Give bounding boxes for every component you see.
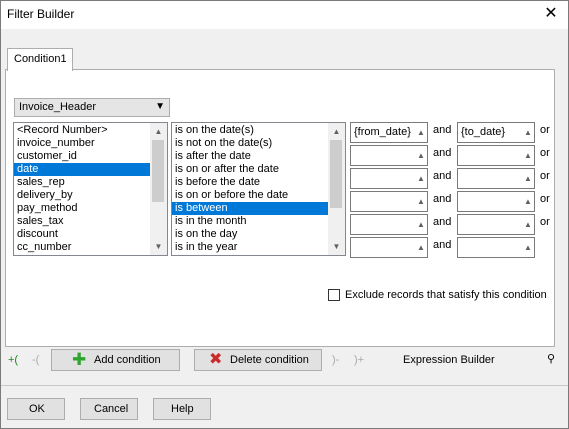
from-value-field[interactable]: ▲ xyxy=(350,191,428,212)
close-paren-icon[interactable]: )- xyxy=(332,354,339,366)
binoculars-icon[interactable]: ⚲ xyxy=(547,352,555,365)
and-label: and xyxy=(433,170,452,182)
chevron-up-icon[interactable]: ▲ xyxy=(415,215,427,234)
exclude-label: Exclude records that satisfy this condit… xyxy=(345,289,547,301)
table-select-value: Invoice_Header xyxy=(19,101,97,113)
operator-item[interactable]: is on or before the date xyxy=(172,189,329,202)
open-paren-icon[interactable]: +( xyxy=(8,354,18,366)
help-label: Help xyxy=(171,403,194,415)
plus-icon: ✚ xyxy=(72,350,87,369)
from-value-field[interactable]: ▲ xyxy=(350,168,428,189)
to-value-field[interactable]: ▲ xyxy=(457,168,535,189)
cancel-button[interactable]: Cancel xyxy=(80,398,138,420)
scroll-thumb[interactable] xyxy=(152,140,164,202)
delete-condition-label: Delete condition xyxy=(230,354,309,366)
delete-condition-button[interactable]: ✖ Delete condition xyxy=(194,349,322,371)
and-label: and xyxy=(433,216,452,228)
field-item[interactable]: date xyxy=(14,163,151,176)
field-item[interactable]: customer_id xyxy=(14,150,151,163)
filter-builder-dialog: Filter Builder ✕ Condition1 Invoice_Head… xyxy=(0,0,569,429)
operator-item[interactable]: is not on the date(s) xyxy=(172,137,329,150)
window-title: Filter Builder xyxy=(7,7,75,21)
field-list-scrollbar[interactable]: ▲ ▼ xyxy=(150,123,167,255)
field-item[interactable]: sales_rep xyxy=(14,176,151,189)
operator-item[interactable]: is on the day xyxy=(172,228,329,241)
scroll-up-icon[interactable]: ▲ xyxy=(328,123,345,140)
operator-item[interactable]: is between xyxy=(172,202,329,215)
add-condition-button[interactable]: ✚ Add condition xyxy=(51,349,180,371)
chevron-up-icon[interactable]: ▲ xyxy=(415,123,427,142)
and-label: and xyxy=(433,147,452,159)
and-label: and xyxy=(433,193,452,205)
cancel-label: Cancel xyxy=(94,403,129,415)
operator-item[interactable]: is after the date xyxy=(172,150,329,163)
delete-x-icon: ✖ xyxy=(209,351,223,368)
field-item[interactable]: pay_method xyxy=(14,202,151,215)
operator-item[interactable]: is on or after the date xyxy=(172,163,329,176)
to-value-field[interactable]: {to_date} ▲ xyxy=(457,122,535,143)
ok-label: OK xyxy=(29,403,45,415)
remove-paren-icon[interactable]: -( xyxy=(32,354,39,366)
field-item[interactable]: <Record Number> xyxy=(14,124,151,137)
operator-list[interactable]: is on the date(s) is not on the date(s) is… xyxy=(171,122,346,256)
to-value-field[interactable]: ▲ xyxy=(457,145,535,166)
from-value-field[interactable]: ▲ xyxy=(350,214,428,235)
chevron-up-icon[interactable]: ▲ xyxy=(522,169,534,188)
to-value-field[interactable]: ▲ xyxy=(457,191,535,212)
operator-item[interactable]: is in the year xyxy=(172,241,329,254)
chevron-up-icon[interactable]: ▲ xyxy=(522,192,534,211)
to-value-field-value: {to_date} xyxy=(461,126,506,138)
and-label: and xyxy=(433,124,452,136)
field-list[interactable]: <Record Number> invoice_number customer_id… xyxy=(13,122,168,256)
scroll-up-icon[interactable]: ▲ xyxy=(150,123,167,140)
from-value-field[interactable]: ▲ xyxy=(350,145,428,166)
operator-item[interactable]: is in the month xyxy=(172,215,329,228)
field-item[interactable]: sales_tax xyxy=(14,215,151,228)
or-label: or xyxy=(540,124,550,136)
chevron-up-icon[interactable]: ▲ xyxy=(522,215,534,234)
chevron-up-icon[interactable]: ▲ xyxy=(522,238,534,257)
from-value-field[interactable]: ▲ xyxy=(350,237,428,258)
or-label: or xyxy=(540,216,550,228)
help-button[interactable]: Help xyxy=(153,398,211,420)
chevron-up-icon[interactable]: ▲ xyxy=(415,146,427,165)
and-label: and xyxy=(433,239,452,251)
tab-condition1[interactable]: Condition1 xyxy=(7,48,73,71)
operator-item[interactable]: is on the date(s) xyxy=(172,124,329,137)
chevron-up-icon[interactable]: ▲ xyxy=(522,123,534,142)
field-item[interactable]: delivery_by xyxy=(14,189,151,202)
field-item[interactable]: cc_number xyxy=(14,241,151,254)
scroll-thumb[interactable] xyxy=(330,140,342,208)
or-label: or xyxy=(540,193,550,205)
exclude-checkbox[interactable] xyxy=(328,289,340,301)
title-bar: Filter Builder ✕ xyxy=(1,1,568,29)
add-condition-label: Add condition xyxy=(94,354,161,366)
field-item[interactable]: discount xyxy=(14,228,151,241)
chevron-up-icon[interactable]: ▲ xyxy=(522,146,534,165)
or-label: or xyxy=(540,170,550,182)
to-value-field[interactable]: ▲ xyxy=(457,214,535,235)
from-value-field-value: {from_date} xyxy=(354,126,411,138)
chevron-up-icon[interactable]: ▲ xyxy=(415,169,427,188)
add-close-paren-icon[interactable]: )+ xyxy=(354,354,364,366)
expression-builder-link[interactable]: Expression Builder xyxy=(403,354,495,366)
ok-button[interactable]: OK xyxy=(7,398,65,420)
divider xyxy=(1,385,568,386)
chevron-down-icon: ▼ xyxy=(155,101,165,112)
chevron-up-icon[interactable]: ▲ xyxy=(415,238,427,257)
or-label: or xyxy=(540,147,550,159)
table-select[interactable]: Invoice_Header ▼ xyxy=(14,98,170,117)
operator-item[interactable]: is before the date xyxy=(172,176,329,189)
from-value-field[interactable]: {from_date} ▲ xyxy=(350,122,428,143)
to-value-field[interactable]: ▲ xyxy=(457,237,535,258)
operator-list-scrollbar[interactable]: ▲ ▼ xyxy=(328,123,345,255)
field-item[interactable]: invoice_number xyxy=(14,137,151,150)
chevron-up-icon[interactable]: ▲ xyxy=(415,192,427,211)
tab-label: Condition1 xyxy=(14,53,67,65)
scroll-down-icon[interactable]: ▼ xyxy=(328,238,345,255)
scroll-down-icon[interactable]: ▼ xyxy=(150,238,167,255)
close-icon[interactable]: ✕ xyxy=(534,1,568,29)
